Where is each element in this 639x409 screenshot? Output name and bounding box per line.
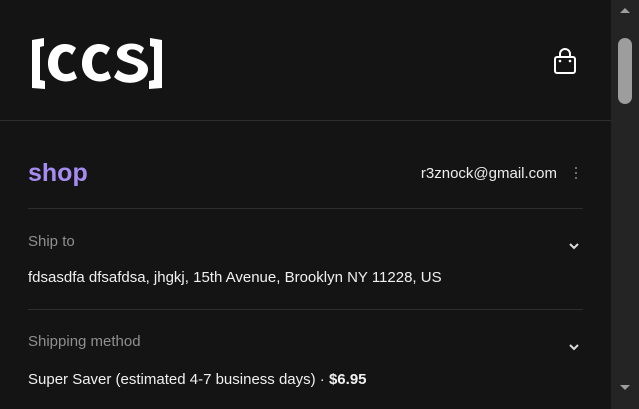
shipping-method-description: Super Saver (estimated 4-7 business days…	[28, 371, 329, 388]
chevron-down-icon	[569, 344, 579, 351]
ccs-logo-icon	[32, 38, 162, 89]
kebab-menu-icon[interactable]	[573, 167, 579, 183]
shipping-method-expand-button[interactable]	[568, 338, 580, 351]
account-row: shop r3znock@gmail.com	[28, 155, 583, 191]
vertical-scrollbar[interactable]	[611, 0, 639, 409]
cart-button[interactable]	[552, 47, 578, 75]
shipping-method-price: $6.95	[328, 371, 367, 388]
scroll-up-arrow-icon	[620, 8, 630, 13]
scroll-up-button[interactable]	[611, 0, 639, 20]
divider	[28, 208, 583, 209]
ship-to-label: Ship to	[28, 233, 75, 250]
ship-to-expand-button[interactable]	[568, 237, 580, 250]
shipping-method-label: Shipping method	[28, 333, 141, 350]
store-logo[interactable]	[28, 34, 164, 97]
divider	[28, 309, 583, 310]
shop-pay-logo: shop	[28, 159, 88, 187]
ship-to-address: fdsasdfa dfsafdsa, jhgkj, 15th Avenue, B…	[28, 269, 442, 286]
checkout-panel: shop r3znock@gmail.com Ship to fdsasdfa …	[0, 0, 611, 409]
shopping-bag-icon	[554, 48, 576, 74]
chevron-down-icon	[569, 243, 579, 250]
shipping-method-value: Super Saver (estimated 4-7 business days…	[28, 371, 367, 388]
header	[0, 0, 611, 121]
scrollbar-thumb[interactable]	[618, 38, 632, 104]
scroll-down-button[interactable]	[611, 378, 639, 398]
scroll-down-arrow-icon	[620, 385, 630, 390]
account-email: r3znock@gmail.com	[420, 165, 557, 182]
